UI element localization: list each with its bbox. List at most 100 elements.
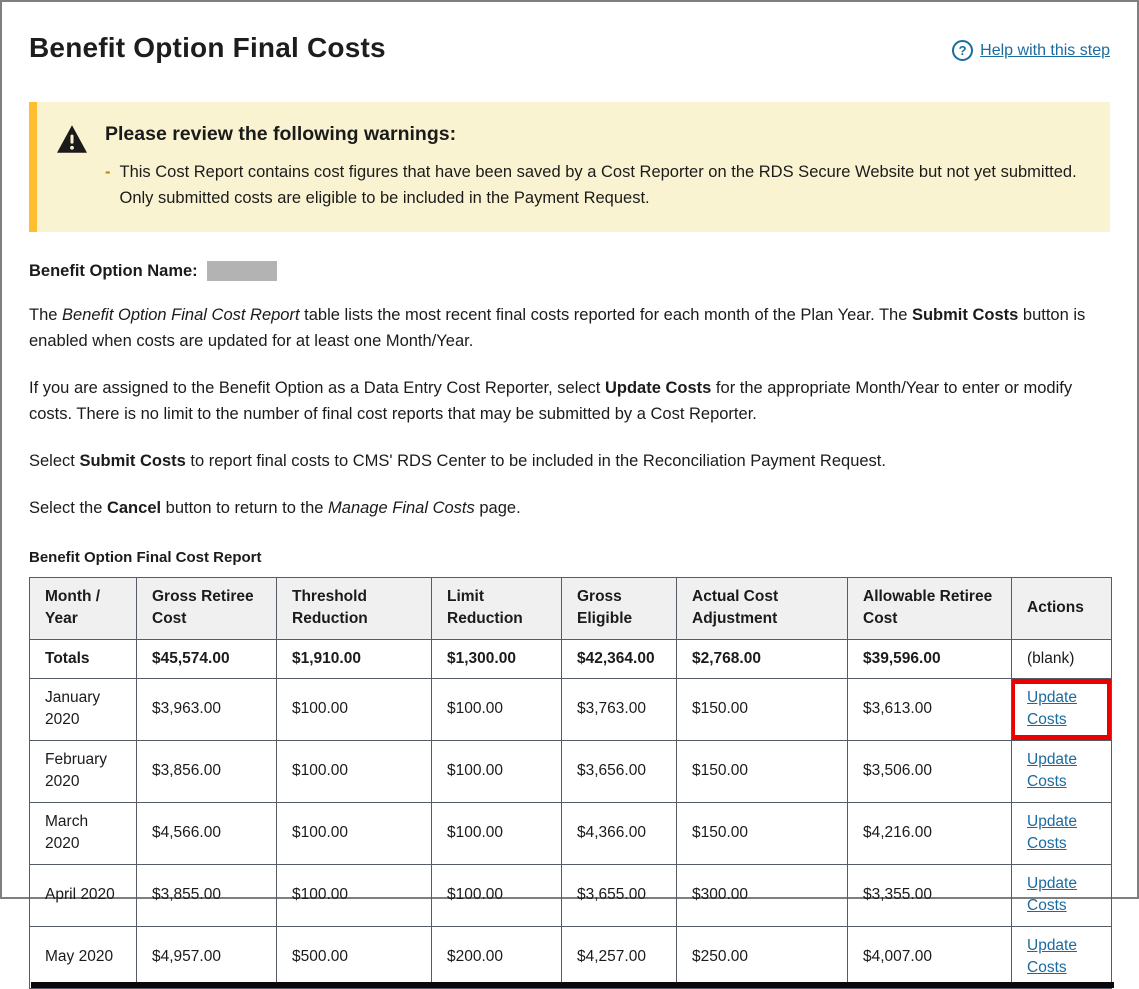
column-header-limit-reduction: Limit Reduction [432, 577, 562, 639]
text: button to return to the [161, 499, 328, 517]
column-header-actions: Actions [1012, 577, 1112, 639]
table-caption: Benefit Option Final Cost Report [29, 549, 1110, 566]
cost-value-cell: $4,257.00 [562, 926, 677, 988]
table-row-april-2020: April 2020$3,855.00$100.00$100.00$3,655.… [30, 864, 1112, 926]
cost-value-cell: $3,655.00 [562, 864, 677, 926]
warning-banner: Please review the following warnings: -T… [29, 102, 1110, 232]
page-header: Benefit Option Final Costs ? Help with t… [29, 32, 1110, 64]
cost-value-cell: $100.00 [432, 802, 562, 864]
actions-cell: Update Costs [1012, 802, 1112, 864]
help-link[interactable]: ? Help with this step [952, 40, 1110, 61]
cost-value-cell: $3,506.00 [848, 740, 1012, 802]
warning-item-text: This Cost Report contains cost figures t… [120, 160, 1081, 211]
cost-value-cell: $150.00 [677, 802, 848, 864]
cost-value-cell: $100.00 [432, 678, 562, 740]
warning-bullet: - [105, 160, 111, 211]
month-year-cell: May 2020 [30, 926, 137, 988]
cost-value-cell: $150.00 [677, 740, 848, 802]
cost-value-cell: $4,007.00 [848, 926, 1012, 988]
column-header-actual-cost-adjustment: Actual Cost Adjustment [677, 577, 848, 639]
cost-value-cell: $150.00 [677, 678, 848, 740]
bold-text: Submit Costs [912, 306, 1018, 324]
column-header-gross-eligible: Gross Eligible [562, 577, 677, 639]
final-cost-report-table: Month / YearGross Retiree CostThreshold … [29, 577, 1112, 989]
warning-triangle-icon [57, 125, 87, 211]
totals-value: $39,596.00 [848, 639, 1012, 678]
italic-text: Benefit Option Final Cost Report [62, 306, 300, 324]
instruction-paragraph: Select Submit Costs to report final cost… [29, 448, 1110, 474]
cost-value-cell: $3,656.00 [562, 740, 677, 802]
month-year-cell: February 2020 [30, 740, 137, 802]
text: page. [475, 499, 521, 517]
actions-cell: Update Costs [1012, 740, 1112, 802]
cost-value-cell: $3,763.00 [562, 678, 677, 740]
month-year-cell: April 2020 [30, 864, 137, 926]
text: Select [29, 452, 79, 470]
column-header-gross-retiree-cost: Gross Retiree Cost [137, 577, 277, 639]
totals-value: $2,768.00 [677, 639, 848, 678]
cost-value-cell: $100.00 [432, 864, 562, 926]
totals-value: $42,364.00 [562, 639, 677, 678]
table-row-march-2020: March 2020$4,566.00$100.00$100.00$4,366.… [30, 802, 1112, 864]
cost-value-cell: $3,856.00 [137, 740, 277, 802]
help-link-label: Help with this step [980, 42, 1110, 60]
totals-value: $1,300.00 [432, 639, 562, 678]
month-year-cell: March 2020 [30, 802, 137, 864]
bold-text: Submit Costs [79, 452, 185, 470]
cost-value-cell: $3,355.00 [848, 864, 1012, 926]
warning-item-list: -This Cost Report contains cost figures … [105, 160, 1080, 211]
page-title: Benefit Option Final Costs [29, 32, 386, 64]
instruction-paragraph: The Benefit Option Final Cost Report tab… [29, 302, 1110, 354]
month-year-cell: January 2020 [30, 678, 137, 740]
redacted-benefit-option-value [207, 261, 277, 281]
update-costs-link[interactable]: Update Costs [1027, 813, 1077, 852]
update-costs-link[interactable]: Update Costs [1027, 875, 1077, 914]
text: Select the [29, 499, 107, 517]
cost-value-cell: $100.00 [277, 740, 432, 802]
totals-row: Totals$45,574.00$1,910.00$1,300.00$42,36… [30, 639, 1112, 678]
warning-item: -This Cost Report contains cost figures … [105, 160, 1080, 211]
question-circle-icon: ? [952, 40, 973, 61]
cost-value-cell: $100.00 [277, 802, 432, 864]
benefit-option-name-label: Benefit Option Name: [29, 262, 198, 281]
column-header-allowable-retiree-cost: Allowable Retiree Cost [848, 577, 1012, 639]
instruction-paragraph: If you are assigned to the Benefit Optio… [29, 375, 1110, 427]
cost-value-cell: $500.00 [277, 926, 432, 988]
cost-value-cell: $4,566.00 [137, 802, 277, 864]
instructions: The Benefit Option Final Cost Report tab… [29, 302, 1110, 521]
cost-value-cell: $4,957.00 [137, 926, 277, 988]
table-header-row: Month / YearGross Retiree CostThreshold … [30, 577, 1112, 639]
instruction-paragraph: Select the Cancel button to return to th… [29, 495, 1110, 521]
cost-value-cell: $100.00 [277, 864, 432, 926]
text: The [29, 306, 62, 324]
totals-actions-blank: (blank) [1012, 639, 1112, 678]
cost-value-cell: $3,613.00 [848, 678, 1012, 740]
cost-value-cell: $300.00 [677, 864, 848, 926]
table-row-february-2020: February 2020$3,856.00$100.00$100.00$3,6… [30, 740, 1112, 802]
column-header-threshold-reduction: Threshold Reduction [277, 577, 432, 639]
text: to report final costs to CMS' RDS Center… [186, 452, 886, 470]
totals-value: $45,574.00 [137, 639, 277, 678]
update-costs-link[interactable]: Update Costs [1027, 937, 1077, 976]
warning-body: Please review the following warnings: -T… [105, 123, 1080, 211]
cost-value-cell: $100.00 [277, 678, 432, 740]
update-costs-link[interactable]: Update Costs [1027, 689, 1077, 728]
text: table lists the most recent final costs … [300, 306, 912, 324]
cost-value-cell: $4,366.00 [562, 802, 677, 864]
cost-value-cell: $3,855.00 [137, 864, 277, 926]
cost-value-cell: $4,216.00 [848, 802, 1012, 864]
text: If you are assigned to the Benefit Optio… [29, 379, 605, 397]
actions-cell-highlighted: Update Costs [1012, 678, 1112, 740]
cost-value-cell: $250.00 [677, 926, 848, 988]
actions-cell: Update Costs [1012, 926, 1112, 988]
table-row-january-2020: January 2020$3,963.00$100.00$100.00$3,76… [30, 678, 1112, 740]
page: Benefit Option Final Costs ? Help with t… [2, 32, 1137, 989]
update-costs-link[interactable]: Update Costs [1027, 751, 1077, 790]
table-row-may-2020: May 2020$4,957.00$500.00$200.00$4,257.00… [30, 926, 1112, 988]
italic-text: Manage Final Costs [328, 499, 475, 517]
totals-label: Totals [30, 639, 137, 678]
screenshot-cut-bar [31, 982, 1114, 988]
actions-cell: Update Costs [1012, 864, 1112, 926]
bold-text: Update Costs [605, 379, 711, 397]
totals-value: $1,910.00 [277, 639, 432, 678]
